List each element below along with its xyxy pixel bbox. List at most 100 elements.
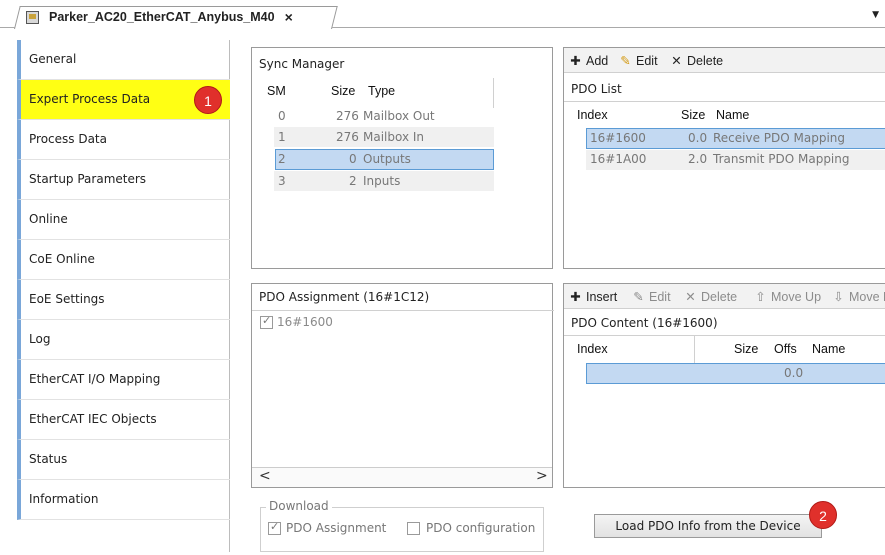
sidebar-item-label: Online [29, 212, 68, 226]
pdo-list-panel: ✚ Add ✎ Edit ✕ Delete PDO List Index Size N… [563, 47, 885, 269]
annotation-badge-1: 1 [194, 86, 222, 114]
document-tab-content[interactable]: Parker_AC20_EtherCAT_Anybus_M40 × [26, 9, 293, 25]
device-icon [26, 10, 39, 24]
column-header-size[interactable]: Size [331, 84, 355, 98]
sidebar-item-online[interactable]: Online [17, 200, 230, 240]
delete-icon: ✕ [671, 54, 682, 68]
scroll-left-icon[interactable]: < [259, 468, 271, 484]
annotation-badge-2: 2 [809, 501, 837, 529]
editor-sidebar: General Expert Process Data Process Data… [17, 40, 230, 552]
horizontal-scrollbar[interactable] [252, 467, 552, 487]
insert-button[interactable]: ✚ Insert [569, 289, 617, 305]
pdo-configuration-option-label: PDO configuration [426, 521, 536, 535]
sidebar-item-general[interactable]: General [17, 40, 230, 80]
cell-size: 2 [349, 174, 357, 188]
table-row-selected[interactable] [586, 363, 885, 384]
cell-index: 16#1600 [590, 131, 646, 145]
add-button[interactable]: ✚ Add [569, 53, 608, 69]
column-header-sm[interactable]: SM [267, 84, 286, 98]
pdo-content-toolbar: ✚ Insert ✎ Edit ✕ Delete ⇧ Move Up ⇩ Move D [564, 284, 885, 309]
divider [252, 310, 554, 311]
column-header-type[interactable]: Type [368, 84, 395, 98]
divider [564, 101, 885, 102]
download-legend: Download [266, 499, 332, 513]
pdo-assignment-option-label: PDO Assignment [286, 521, 387, 535]
cell-sm: 1 [278, 130, 286, 144]
document-tab-title: Parker_AC20_EtherCAT_Anybus_M40 [49, 10, 275, 24]
cell-size: 276 [336, 109, 359, 123]
column-header-index[interactable]: Index [577, 108, 608, 122]
edit-label: Edit [649, 289, 671, 304]
arrow-down-icon: ⇩ [833, 290, 844, 304]
cell-type: Inputs [363, 174, 401, 188]
sidebar-item-status[interactable]: Status [17, 440, 230, 480]
column-header-index[interactable]: Index [577, 342, 608, 356]
cell-sm: 2 [278, 152, 286, 166]
tab-overflow-icon[interactable]: ▼ [872, 10, 879, 20]
sidebar-item-information[interactable]: Information [17, 480, 230, 520]
edit-button[interactable]: ✎ Edit [632, 289, 671, 305]
edit-button[interactable]: ✎ Edit [619, 53, 657, 69]
column-header-offs[interactable]: Offs [774, 342, 797, 356]
cell-offs: 0.0 [784, 366, 804, 380]
cell-type: Mailbox In [363, 130, 425, 144]
sync-manager-title: Sync Manager [259, 57, 345, 71]
column-header-size[interactable]: Size [681, 108, 705, 122]
cell-size: 276 [336, 130, 359, 144]
cell-name: Transmit PDO Mapping [713, 152, 850, 166]
column-divider [493, 78, 494, 108]
pdo-list-toolbar: ✚ Add ✎ Edit ✕ Delete [564, 48, 885, 73]
sidebar-item-label: Process Data [29, 132, 107, 146]
column-header-name[interactable]: Name [716, 108, 749, 122]
pdo-assignment-title: PDO Assignment (16#1C12) [259, 290, 430, 304]
sidebar-item-process-data[interactable]: Process Data [17, 120, 230, 160]
sidebar-item-label: Information [29, 492, 99, 506]
sidebar-item-startup-parameters[interactable]: Startup Parameters [17, 160, 230, 200]
pdo-content-title: PDO Content (16#1600) [571, 316, 718, 330]
load-pdo-info-button[interactable]: Load PDO Info from the Device [594, 514, 822, 538]
column-header-size[interactable]: Size [734, 342, 758, 356]
sidebar-item-label: EtherCAT I/O Mapping [29, 372, 161, 386]
edit-icon: ✎ [633, 290, 644, 304]
sidebar-item-label: EtherCAT IEC Objects [29, 412, 157, 426]
scroll-right-icon[interactable]: > [536, 468, 548, 484]
pdo-configuration-checkbox[interactable] [407, 521, 420, 535]
sidebar-item-ethercat-io-mapping[interactable]: EtherCAT I/O Mapping [17, 360, 230, 400]
close-tab-icon[interactable]: × [285, 9, 293, 25]
pdo-assignment-checkbox[interactable] [260, 314, 273, 329]
cell-size: 0 [349, 152, 357, 166]
sidebar-item-label: Status [29, 452, 68, 466]
delete-label: Delete [687, 53, 724, 68]
delete-button[interactable]: ✕ Delete [670, 53, 724, 69]
cell-size: 0.0 [688, 131, 708, 145]
sidebar-item-eoe-settings[interactable]: EoE Settings [17, 280, 230, 320]
column-header-name[interactable]: Name [812, 342, 845, 356]
sidebar-item-coe-online[interactable]: CoE Online [17, 240, 230, 280]
sidebar-item-label: Startup Parameters [29, 172, 147, 186]
delete-button[interactable]: ✕ Delete [684, 289, 737, 305]
sidebar-item-log[interactable]: Log [17, 320, 230, 360]
move-down-button[interactable]: ⇩ Move D [832, 289, 885, 305]
insert-icon: ✚ [570, 290, 581, 304]
pdo-assignment-download-checkbox[interactable] [268, 520, 281, 535]
sync-manager-panel: Sync Manager SM Size Type 0 276 Mailbox … [251, 47, 553, 269]
sidebar-item-ethercat-iec-objects[interactable]: EtherCAT IEC Objects [17, 400, 230, 440]
arrow-up-icon: ⇧ [755, 290, 766, 304]
sidebar-item-label: Expert Process Data [29, 92, 151, 106]
cell-index: 16#1A00 [590, 152, 647, 166]
pdo-assignment-option[interactable]: PDO Assignment [268, 520, 387, 535]
cell-type: Mailbox Out [363, 109, 435, 123]
move-down-label: Move D [849, 289, 885, 304]
move-up-button[interactable]: ⇧ Move Up [754, 289, 821, 305]
pdo-content-panel: ✚ Insert ✎ Edit ✕ Delete ⇧ Move Up ⇩ Move D P… [563, 283, 885, 488]
cell-sm: 0 [278, 109, 286, 123]
list-item[interactable]: 16#1600 [260, 314, 333, 329]
pdo-configuration-option[interactable]: PDO configuration [407, 521, 535, 535]
sidebar-item-label: Log [29, 332, 51, 346]
edit-icon: ✎ [620, 54, 631, 68]
add-icon: ✚ [570, 54, 581, 68]
pdo-assignment-item-label: 16#1600 [277, 315, 333, 329]
pdo-list-title: PDO List [571, 82, 622, 96]
cell-type: Outputs [363, 152, 411, 166]
delete-icon: ✕ [685, 290, 696, 304]
